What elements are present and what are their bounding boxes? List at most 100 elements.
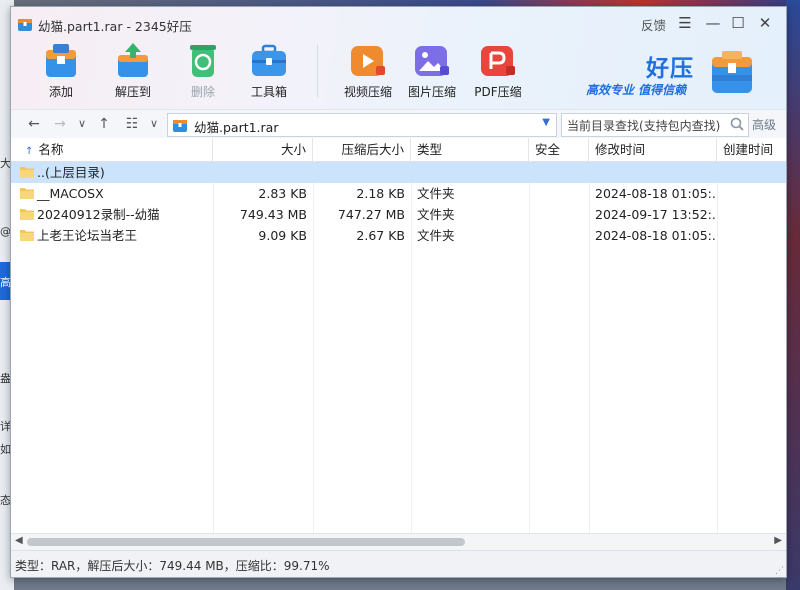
table-row[interactable]: 上老王论坛当老王 9.09 KB 2.67 KB 文件夹 2024-08-18 … bbox=[11, 225, 786, 246]
image-icon bbox=[415, 46, 449, 76]
minimize-button[interactable]: — bbox=[703, 13, 723, 33]
pdf-compress-label: PDF压缩 bbox=[474, 85, 522, 99]
cell-packed: 2.18 KB bbox=[356, 186, 405, 201]
cell-packed bbox=[313, 162, 411, 183]
window-title: 幼猫.part1.rar - 2345好压 bbox=[38, 19, 192, 34]
cell-name: __MACOSX bbox=[37, 186, 104, 201]
pdf-icon bbox=[481, 46, 515, 76]
horizontal-scrollbar[interactable]: ◀ ▶ bbox=[11, 533, 786, 550]
scroll-right-icon[interactable]: ▶ bbox=[774, 535, 782, 546]
search-box[interactable]: 当前目录查找(支持包内查找) bbox=[561, 113, 749, 137]
list-header: ↑ 名称 大小 压缩后大小 类型 安全 修改时间 创建时间 bbox=[11, 138, 786, 162]
image-compress-label: 图片压缩 bbox=[407, 85, 456, 99]
up-button[interactable]: ↑ bbox=[95, 115, 113, 133]
cell-packed: 747.27 MB bbox=[337, 207, 405, 222]
brand-name: 好压 bbox=[646, 56, 694, 82]
view-mode-dropdown[interactable]: ∨ bbox=[145, 115, 163, 133]
cell-modified: 2024-09-17 13:52:... bbox=[595, 207, 717, 222]
add-archive-icon bbox=[46, 44, 76, 77]
navigation-bar: ← → ∨ ↑ ☷ ∨ 幼猫.part1.rar ▼ 当前目录查找(支持包内查找… bbox=[11, 109, 786, 139]
search-placeholder: 当前目录查找(支持包内查找) bbox=[567, 119, 721, 133]
extract-button[interactable]: 解压到 bbox=[103, 41, 163, 100]
forward-button[interactable]: → bbox=[51, 115, 69, 133]
cell-type: 文件夹 bbox=[417, 186, 455, 201]
column-type[interactable]: 类型 bbox=[411, 138, 529, 161]
cell-security bbox=[529, 204, 589, 225]
brand-slogan: 高效专业 值得信赖 bbox=[586, 83, 687, 97]
resize-grip-icon[interactable]: ⋰ bbox=[775, 566, 784, 576]
cell-packed: 2.67 KB bbox=[356, 228, 405, 243]
column-created[interactable]: 创建时间 bbox=[717, 138, 786, 161]
column-security[interactable]: 安全 bbox=[529, 138, 589, 161]
cell-created bbox=[717, 183, 786, 204]
file-list: ↑ 名称 大小 压缩后大小 类型 安全 修改时间 创建时间 ..(上层目录) _… bbox=[11, 138, 786, 533]
extract-label: 解压到 bbox=[114, 85, 151, 99]
column-packed-size[interactable]: 压缩后大小 bbox=[313, 138, 411, 161]
address-text: 幼猫.part1.rar bbox=[194, 120, 279, 135]
status-text: 类型：RAR，解压后大小：749.44 MB，压缩比：99.71% bbox=[15, 559, 330, 573]
recycle-icon bbox=[190, 45, 216, 77]
video-compress-label: 视频压缩 bbox=[343, 85, 392, 99]
cell-type: 文件夹 bbox=[417, 207, 455, 222]
feedback-button[interactable]: 反馈 bbox=[641, 15, 666, 34]
cell-type bbox=[411, 162, 529, 183]
cell-created bbox=[717, 204, 786, 225]
cell-size: 2.83 KB bbox=[258, 186, 307, 201]
cell-security bbox=[529, 162, 589, 183]
advanced-search-button[interactable]: 高级 bbox=[752, 116, 776, 133]
cell-created bbox=[717, 225, 786, 246]
video-compress-button[interactable]: 视频压缩 bbox=[338, 41, 398, 100]
cell-name: 上老王论坛当老王 bbox=[37, 228, 138, 243]
app-icon bbox=[18, 19, 32, 31]
cell-name: ..(上层目录) bbox=[37, 165, 105, 180]
brand-logo-icon bbox=[712, 51, 752, 93]
back-button[interactable]: ← bbox=[25, 115, 43, 133]
scroll-left-icon[interactable]: ◀ bbox=[15, 535, 23, 546]
add-label: 添加 bbox=[48, 85, 73, 99]
haozip-window: 幼猫.part1.rar - 2345好压 反馈 ☰ — ☐ ✕ 添加 解压到 bbox=[10, 6, 787, 578]
cell-created bbox=[717, 162, 786, 183]
toolbox-icon bbox=[252, 44, 286, 76]
table-row[interactable]: __MACOSX 2.83 KB 2.18 KB 文件夹 2024-08-18 … bbox=[11, 183, 786, 204]
cell-security bbox=[529, 183, 589, 204]
cell-modified: 2024-08-18 01:05:... bbox=[595, 228, 717, 243]
sort-ascending-icon: ↑ bbox=[25, 146, 34, 157]
toolbar-separator bbox=[317, 45, 318, 97]
video-icon bbox=[351, 46, 385, 76]
delete-button[interactable]: 删除 bbox=[173, 41, 233, 100]
title-bar: 幼猫.part1.rar - 2345好压 反馈 ☰ — ☐ ✕ 添加 解压到 bbox=[11, 7, 786, 109]
cell-modified bbox=[589, 162, 717, 183]
maximize-button[interactable]: ☐ bbox=[728, 13, 748, 33]
desktop-background-right bbox=[786, 0, 800, 590]
image-compress-button[interactable]: 图片压缩 bbox=[402, 41, 462, 100]
status-bar: 类型：RAR，解压后大小：749.44 MB，压缩比：99.71% ⋰ bbox=[11, 550, 786, 577]
column-modified[interactable]: 修改时间 bbox=[589, 138, 717, 161]
cell-name: 20240912录制--幼猫 bbox=[37, 207, 160, 222]
column-name[interactable]: ↑ 名称 bbox=[11, 138, 213, 161]
menu-button[interactable]: ☰ bbox=[675, 13, 695, 33]
column-size[interactable]: 大小 bbox=[213, 138, 313, 161]
view-mode-button[interactable]: ☷ bbox=[123, 115, 141, 133]
cell-type: 文件夹 bbox=[417, 228, 455, 243]
pdf-compress-button[interactable]: PDF压缩 bbox=[468, 41, 528, 100]
cell-modified: 2024-08-18 01:05:... bbox=[595, 186, 717, 201]
table-row[interactable]: 20240912录制--幼猫 749.43 MB 747.27 MB 文件夹 2… bbox=[11, 204, 786, 225]
toolbox-label: 工具箱 bbox=[250, 85, 287, 99]
scrollbar-thumb[interactable] bbox=[27, 538, 465, 546]
cell-size bbox=[213, 162, 313, 183]
cell-size: 9.09 KB bbox=[258, 228, 307, 243]
column-name-label: 名称 bbox=[38, 142, 64, 157]
add-button[interactable]: 添加 bbox=[31, 41, 91, 100]
history-dropdown[interactable]: ∨ bbox=[73, 115, 91, 133]
extract-icon bbox=[118, 43, 148, 77]
close-button[interactable]: ✕ bbox=[755, 13, 775, 33]
address-bar[interactable]: 幼猫.part1.rar ▼ bbox=[167, 113, 557, 137]
cell-size: 749.43 MB bbox=[239, 207, 307, 222]
archive-icon bbox=[173, 120, 187, 132]
cell-security bbox=[529, 225, 589, 246]
table-row-parent-dir[interactable]: ..(上层目录) bbox=[11, 162, 786, 183]
delete-label: 删除 bbox=[190, 85, 215, 99]
address-dropdown-icon[interactable]: ▼ bbox=[542, 117, 550, 128]
search-icon[interactable] bbox=[729, 116, 745, 132]
toolbox-button[interactable]: 工具箱 bbox=[239, 41, 299, 100]
